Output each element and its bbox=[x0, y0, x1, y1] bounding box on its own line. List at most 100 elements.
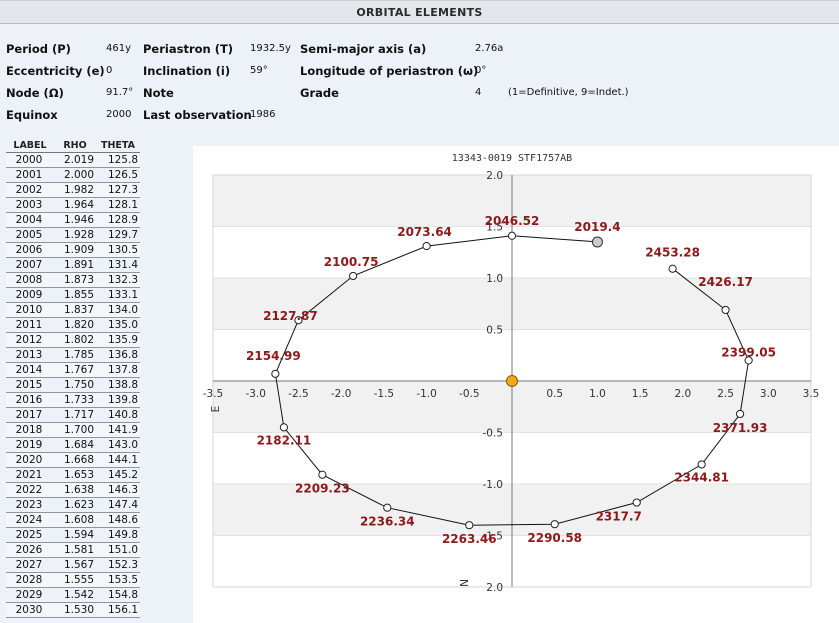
section-header: ORBITAL ELEMENTS bbox=[0, 0, 839, 24]
row-label-cell: 2012 bbox=[6, 332, 54, 348]
x-tick-label: 2.5 bbox=[717, 388, 734, 400]
x-tick-label: 0.5 bbox=[546, 388, 563, 400]
column-header-label: LABEL bbox=[6, 138, 54, 153]
row-label-cell: 2011 bbox=[6, 317, 54, 333]
x-tick-label: 3.0 bbox=[760, 388, 777, 400]
point-label: 2290.58 bbox=[527, 531, 582, 545]
row-label-cell: 2006 bbox=[6, 242, 54, 258]
row-label-cell: 2025 bbox=[6, 527, 54, 543]
row-label-cell: 2018 bbox=[6, 422, 54, 438]
orbit-point bbox=[550, 520, 559, 529]
row-rho-cell: 1.581 bbox=[54, 542, 96, 558]
row-theta-cell: 156.1 bbox=[96, 602, 140, 618]
row-theta-cell: 146.3 bbox=[96, 482, 140, 498]
orbit-point bbox=[422, 241, 431, 251]
x-tick-label: -3.5 bbox=[203, 388, 224, 400]
table-row: 2005 1.928 129.7 bbox=[6, 227, 140, 243]
eccentricity-value: 0 bbox=[106, 65, 113, 76]
row-theta-cell: 151.0 bbox=[96, 542, 140, 558]
row-theta-cell: 135.0 bbox=[96, 317, 140, 333]
row-rho-cell: 1.555 bbox=[54, 572, 96, 588]
table-row: 2029 1.542 154.8 bbox=[6, 587, 140, 603]
eccentricity-label: Eccentricity (e) bbox=[6, 64, 105, 78]
point-label: 2399.05 bbox=[721, 345, 776, 359]
point-label: 2453.28 bbox=[645, 246, 700, 260]
orbit-chart: -3.5 -3.0 -2.5 -2.0 -1.5 -1.0 -0.5 0.5 1.0 1.5 2.0… bbox=[203, 153, 820, 594]
x-tick-label: 2.0 bbox=[675, 388, 692, 400]
node-value: 91.7° bbox=[106, 87, 134, 98]
row-rho-cell: 1.982 bbox=[54, 182, 96, 198]
point-label: 2263.46 bbox=[442, 532, 497, 546]
point-label: 2073.64 bbox=[397, 225, 452, 239]
ephemeris-table: LABEL RHO THETA 2000 2.019 125.8 2001 2.000 1… bbox=[6, 138, 140, 618]
orbit-point bbox=[668, 264, 677, 273]
period-label: Period (P) bbox=[6, 42, 71, 56]
table-row: 2030 1.530 156.1 bbox=[6, 602, 140, 618]
x-tick-label: -0.5 bbox=[459, 388, 480, 400]
note-label: Note bbox=[143, 86, 174, 100]
row-theta-cell: 152.3 bbox=[96, 557, 140, 573]
row-rho-cell: 1.594 bbox=[54, 527, 96, 543]
row-rho-cell: 1.733 bbox=[54, 392, 96, 408]
table-row: 2016 1.733 139.8 bbox=[6, 392, 140, 408]
x-tick-label: 3.5 bbox=[803, 388, 820, 400]
point-label: 2046.52 bbox=[485, 214, 540, 228]
last-observation-label: Last observation bbox=[143, 108, 252, 122]
row-rho-cell: 1.638 bbox=[54, 482, 96, 498]
table-row: 2028 1.555 153.5 bbox=[6, 572, 140, 588]
row-label-cell: 2001 bbox=[6, 167, 54, 183]
x-tick-label: -1.0 bbox=[416, 388, 437, 400]
equinox-value: 2000 bbox=[106, 109, 132, 120]
y-tick-label: 1.0 bbox=[486, 273, 503, 285]
semimajor-label: Semi-major axis (a) bbox=[300, 42, 427, 56]
table-header-row: LABEL RHO THETA bbox=[6, 138, 140, 153]
row-rho-cell: 1.668 bbox=[54, 452, 96, 468]
x-tick-label: 1.0 bbox=[589, 388, 606, 400]
row-rho-cell: 1.717 bbox=[54, 407, 96, 423]
table-row: 2010 1.837 134.0 bbox=[6, 302, 140, 318]
row-label-cell: 2007 bbox=[6, 257, 54, 273]
last-observation-value: 1986 bbox=[250, 109, 276, 120]
row-theta-cell: 136.8 bbox=[96, 347, 140, 363]
row-theta-cell: 135.9 bbox=[96, 332, 140, 348]
row-label-cell: 2027 bbox=[6, 557, 54, 573]
node-label: Node (Ω) bbox=[6, 86, 64, 100]
row-rho-cell: 1.855 bbox=[54, 287, 96, 303]
row-theta-cell: 133.1 bbox=[96, 287, 140, 303]
row-label-cell: 2000 bbox=[6, 152, 54, 168]
row-theta-cell: 138.8 bbox=[96, 377, 140, 393]
row-theta-cell: 125.8 bbox=[96, 152, 140, 168]
row-label-cell: 2014 bbox=[6, 362, 54, 378]
row-theta-cell: 131.4 bbox=[96, 257, 140, 273]
table-row: 2026 1.581 151.0 bbox=[6, 542, 140, 558]
row-rho-cell: 1.623 bbox=[54, 497, 96, 513]
table-row: 2027 1.567 152.3 bbox=[6, 557, 140, 573]
row-theta-cell: 145.2 bbox=[96, 467, 140, 483]
table-row: 2015 1.750 138.8 bbox=[6, 377, 140, 393]
row-rho-cell: 1.684 bbox=[54, 437, 96, 453]
row-theta-cell: 144.1 bbox=[96, 452, 140, 468]
row-rho-cell: 1.750 bbox=[54, 377, 96, 393]
periastron-value: 1932.5y bbox=[250, 43, 291, 54]
row-rho-cell: 1.873 bbox=[54, 272, 96, 288]
current-position-marker bbox=[591, 236, 603, 248]
row-rho-cell: 1.785 bbox=[54, 347, 96, 363]
row-label-cell: 2015 bbox=[6, 377, 54, 393]
row-label-cell: 2009 bbox=[6, 287, 54, 303]
row-rho-cell: 1.767 bbox=[54, 362, 96, 378]
row-label-cell: 2024 bbox=[6, 512, 54, 528]
table-row: 2025 1.594 149.8 bbox=[6, 527, 140, 543]
orbit-point bbox=[271, 369, 280, 378]
row-label-cell: 2008 bbox=[6, 272, 54, 288]
row-label-cell: 2021 bbox=[6, 467, 54, 483]
point-label: 2127.87 bbox=[263, 309, 318, 323]
table-row: 2014 1.767 137.8 bbox=[6, 362, 140, 378]
row-rho-cell: 1.909 bbox=[54, 242, 96, 258]
row-theta-cell: 141.9 bbox=[96, 422, 140, 438]
table-row: 2007 1.891 131.4 bbox=[6, 257, 140, 273]
row-rho-cell: 1.530 bbox=[54, 602, 96, 618]
table-row: 2001 2.000 126.5 bbox=[6, 167, 140, 183]
primary-star-marker bbox=[506, 375, 518, 387]
table-row: 2011 1.820 135.0 bbox=[6, 317, 140, 333]
orbit-point bbox=[383, 503, 392, 512]
